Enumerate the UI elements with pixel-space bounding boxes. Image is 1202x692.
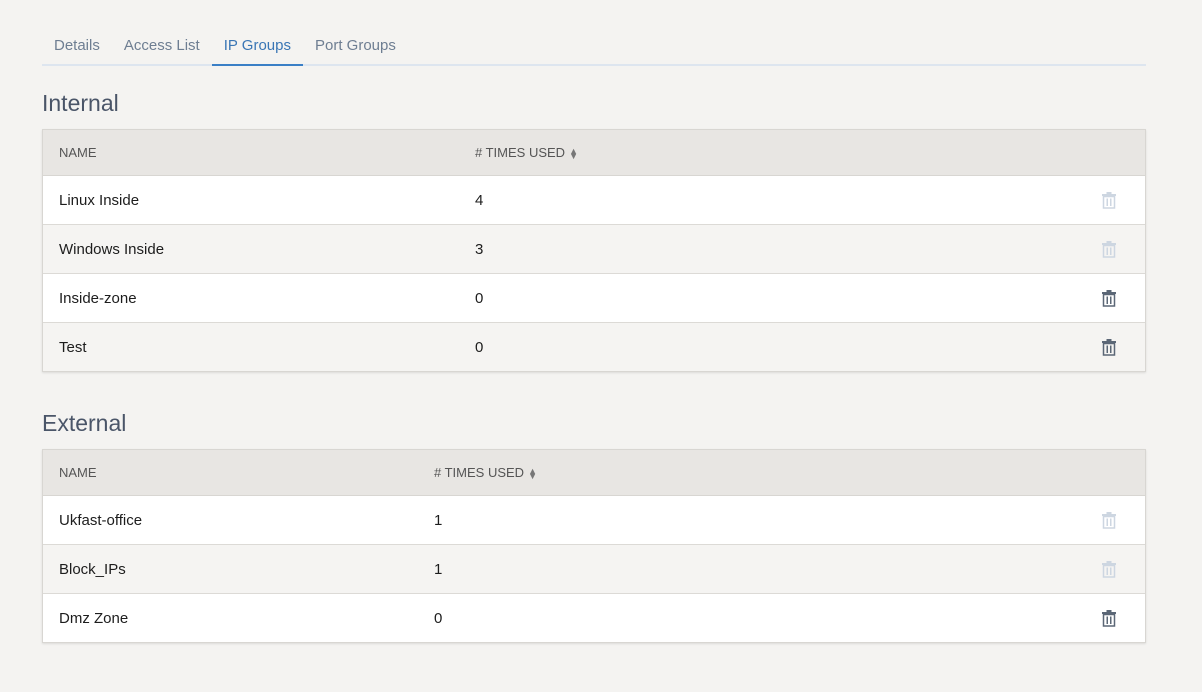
table-row: Linux Inside 4 <box>43 176 1145 225</box>
delete-button[interactable] <box>1073 609 1145 627</box>
times-used-header-label: # TIMES USED <box>475 145 566 160</box>
trash-icon <box>1102 610 1116 627</box>
delete-button <box>1073 511 1145 529</box>
group-name: Dmz Zone <box>59 609 129 627</box>
tab-details[interactable]: Details <box>42 30 112 64</box>
sort-icon[interactable]: ▲ ▼ <box>528 466 537 480</box>
times-used-value: 0 <box>434 609 443 627</box>
trash-icon <box>1102 561 1116 578</box>
times-used-value: 1 <box>434 511 443 529</box>
table-row: Block_IPs 1 <box>43 545 1145 594</box>
times-used-value: 0 <box>475 289 484 307</box>
delete-button[interactable] <box>1073 338 1145 356</box>
delete-button[interactable] <box>1073 289 1145 307</box>
page: Details Access List IP Groups Port Group… <box>42 0 1146 643</box>
tab-ip-groups[interactable]: IP Groups <box>211 30 304 66</box>
internal-table: NAME # TIMES USED ▲ ▼ Linux Inside 4 Windows… <box>42 129 1146 372</box>
external-table: NAME # TIMES USED ▲ ▼ Ukfast-office 1 Block_… <box>42 449 1146 643</box>
group-name: Windows Inside <box>59 240 165 258</box>
name-column-header: NAME <box>59 145 97 160</box>
table-row: Dmz Zone 0 <box>43 594 1145 642</box>
delete-button <box>1073 191 1145 209</box>
times-used-column-header[interactable]: # TIMES USED ▲ ▼ <box>434 465 1145 480</box>
table-row: Test 0 <box>43 323 1145 371</box>
trash-icon <box>1102 339 1116 356</box>
tab-bar: Details Access List IP Groups Port Group… <box>42 30 1146 66</box>
trash-icon <box>1102 241 1116 258</box>
table-row: Windows Inside 3 <box>43 225 1145 274</box>
table-header: NAME # TIMES USED ▲ ▼ <box>43 130 1145 176</box>
group-name: Test <box>59 338 87 356</box>
group-name: Inside-zone <box>59 289 137 307</box>
times-used-value: 3 <box>475 240 484 258</box>
internal-section-title: Internal <box>42 90 119 116</box>
trash-icon <box>1102 290 1116 307</box>
times-used-value: 1 <box>434 560 443 578</box>
table-header: NAME # TIMES USED ▲ ▼ <box>43 450 1145 496</box>
delete-button <box>1073 560 1145 578</box>
tab-access-list[interactable]: Access List <box>112 30 212 64</box>
times-used-column-header[interactable]: # TIMES USED ▲ ▼ <box>475 145 1145 160</box>
group-name: Block_IPs <box>59 560 126 578</box>
sort-icon[interactable]: ▲ ▼ <box>569 146 578 160</box>
table-row: Ukfast-office 1 <box>43 496 1145 545</box>
times-used-value: 4 <box>475 191 484 209</box>
trash-icon <box>1102 512 1116 529</box>
group-name: Ukfast-office <box>59 511 143 529</box>
tab-port-groups[interactable]: Port Groups <box>303 30 408 64</box>
delete-button <box>1073 240 1145 258</box>
trash-icon <box>1102 192 1116 209</box>
times-used-value: 0 <box>475 338 484 356</box>
group-name: Linux Inside <box>59 191 140 209</box>
table-row: Inside-zone 0 <box>43 274 1145 323</box>
name-column-header: NAME <box>59 465 97 480</box>
times-used-header-label: # TIMES USED <box>434 465 525 480</box>
external-section-title: External <box>42 410 127 436</box>
